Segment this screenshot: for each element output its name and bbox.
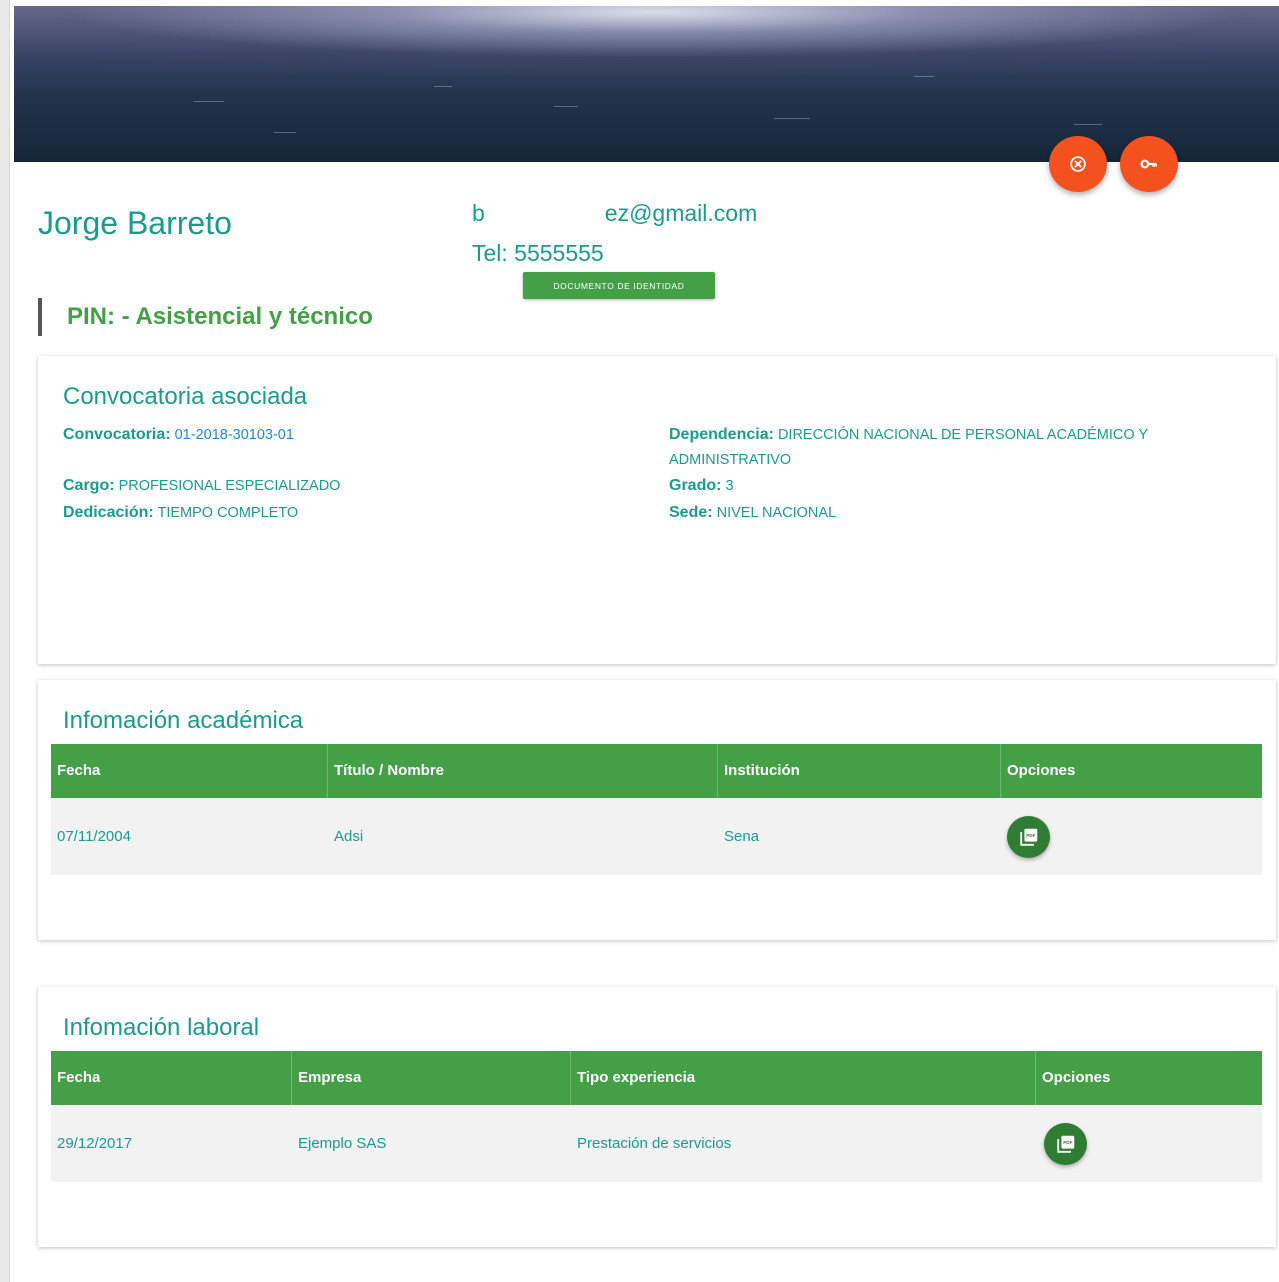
email-start: b: [472, 200, 485, 226]
user-name: Jorge Barreto: [38, 205, 232, 241]
document-identity-button[interactable]: DOCUMENTO DE IDENTIDAD: [523, 272, 715, 299]
cargo-label: Cargo:: [63, 477, 115, 494]
user-phone: Tel: 5555555: [472, 240, 604, 266]
left-border: [0, 0, 10, 1282]
cell-titulo: Adsi: [334, 828, 364, 845]
grado-value: 3: [725, 478, 734, 494]
cancel-circle-icon: [1070, 156, 1086, 172]
pdf-icon: PDF: [1019, 828, 1037, 846]
dependencia-value-line2: ADMINISTRATIVO: [669, 452, 792, 468]
column-header-institucion[interactable]: Institución: [718, 744, 800, 798]
academic-table-header: Fecha Título / Nombre Institución Opcion…: [51, 744, 1262, 798]
sede-field: Sede: NIVEL NACIONAL: [669, 500, 836, 526]
cargo-value: PROFESIONAL ESPECIALIZADO: [118, 478, 341, 494]
svg-text:PDF: PDF: [1063, 1140, 1072, 1145]
cell-tipo: Prestación de servicios: [577, 1135, 732, 1152]
pdf-icon: PDF: [1056, 1135, 1074, 1153]
svg-text:PDF: PDF: [1026, 833, 1035, 838]
work-table-header: Fecha Empresa Tipo experiencia Opciones: [51, 1051, 1262, 1105]
view-pdf-button[interactable]: PDF: [1007, 816, 1050, 858]
email-end: ez@gmail.com: [604, 200, 758, 226]
dedicacion-label: Dedicación:: [63, 504, 154, 521]
column-header-titulo[interactable]: Título / Nombre: [328, 744, 444, 798]
column-header-opciones: Opciones: [1042, 1069, 1111, 1086]
cell-empresa: Ejemplo SAS: [298, 1135, 387, 1152]
table-row: 29/12/2017 Ejemplo SAS Prestación de ser…: [51, 1105, 1262, 1182]
cell-fecha: 29/12/2017: [57, 1135, 133, 1152]
column-header-empresa[interactable]: Empresa: [292, 1051, 361, 1105]
convocatoria-label: Convocatoria:: [63, 426, 171, 443]
convocatoria-title: Convocatoria asociada: [63, 383, 308, 410]
key-button[interactable]: [1120, 136, 1178, 192]
convocatoria-value[interactable]: 01-2018-30103-01: [175, 427, 294, 443]
column-header-fecha[interactable]: Fecha: [51, 1051, 100, 1105]
work-title: Infomación laboral: [63, 1014, 260, 1041]
dependencia-value: DIRECCIÓN NACIONAL DE PERSONAL ACADÉMICO…: [777, 427, 1149, 443]
work-table: Fecha Empresa Tipo experiencia Opciones …: [51, 1051, 1262, 1182]
view-pdf-button[interactable]: PDF: [1044, 1123, 1087, 1165]
work-card: Infomación laboral Fecha Empresa Tipo ex…: [38, 987, 1276, 1247]
cargo-field: Cargo: PROFESIONAL ESPECIALIZADO: [63, 473, 340, 499]
dedicacion-field: Dedicación: TIEMPO COMPLETO: [63, 500, 298, 526]
convocatoria-field: Convocatoria: 01-2018-30103-01: [63, 422, 294, 448]
grado-field: Grado: 3: [669, 473, 734, 499]
user-email: b ez@gmail.com: [472, 200, 757, 227]
table-row: 07/11/2004 Adsi Sena PDF: [51, 798, 1262, 875]
column-header-fecha[interactable]: Fecha: [51, 744, 100, 798]
cell-fecha: 07/11/2004: [57, 828, 131, 845]
academic-card: Infomación académica Fecha Título / Nomb…: [38, 680, 1276, 940]
academic-table: Fecha Título / Nombre Institución Opcion…: [51, 744, 1262, 875]
sede-value: NIVEL NACIONAL: [716, 505, 837, 521]
column-header-opciones: Opciones: [1007, 762, 1076, 779]
pin-text: PIN: - Asistencial y técnico: [67, 303, 373, 330]
key-icon: [1140, 159, 1157, 169]
sede-label: Sede:: [669, 504, 713, 521]
convocatoria-card: Convocatoria asociada Convocatoria: 01-2…: [38, 356, 1276, 664]
pin-heading: PIN: - Asistencial y técnico: [38, 298, 373, 336]
dependencia-field: Dependencia: DIRECCIÓN NACIONAL DE PERSO…: [669, 422, 1229, 473]
column-header-tipo[interactable]: Tipo experiencia: [571, 1051, 695, 1105]
grado-label: Grado:: [669, 477, 722, 494]
dedicacion-value: TIEMPO COMPLETO: [157, 505, 299, 521]
cancel-button[interactable]: [1049, 136, 1107, 192]
cell-institucion: Sena: [724, 828, 760, 845]
academic-title: Infomación académica: [63, 707, 304, 734]
dependencia-label: Dependencia:: [669, 426, 774, 443]
